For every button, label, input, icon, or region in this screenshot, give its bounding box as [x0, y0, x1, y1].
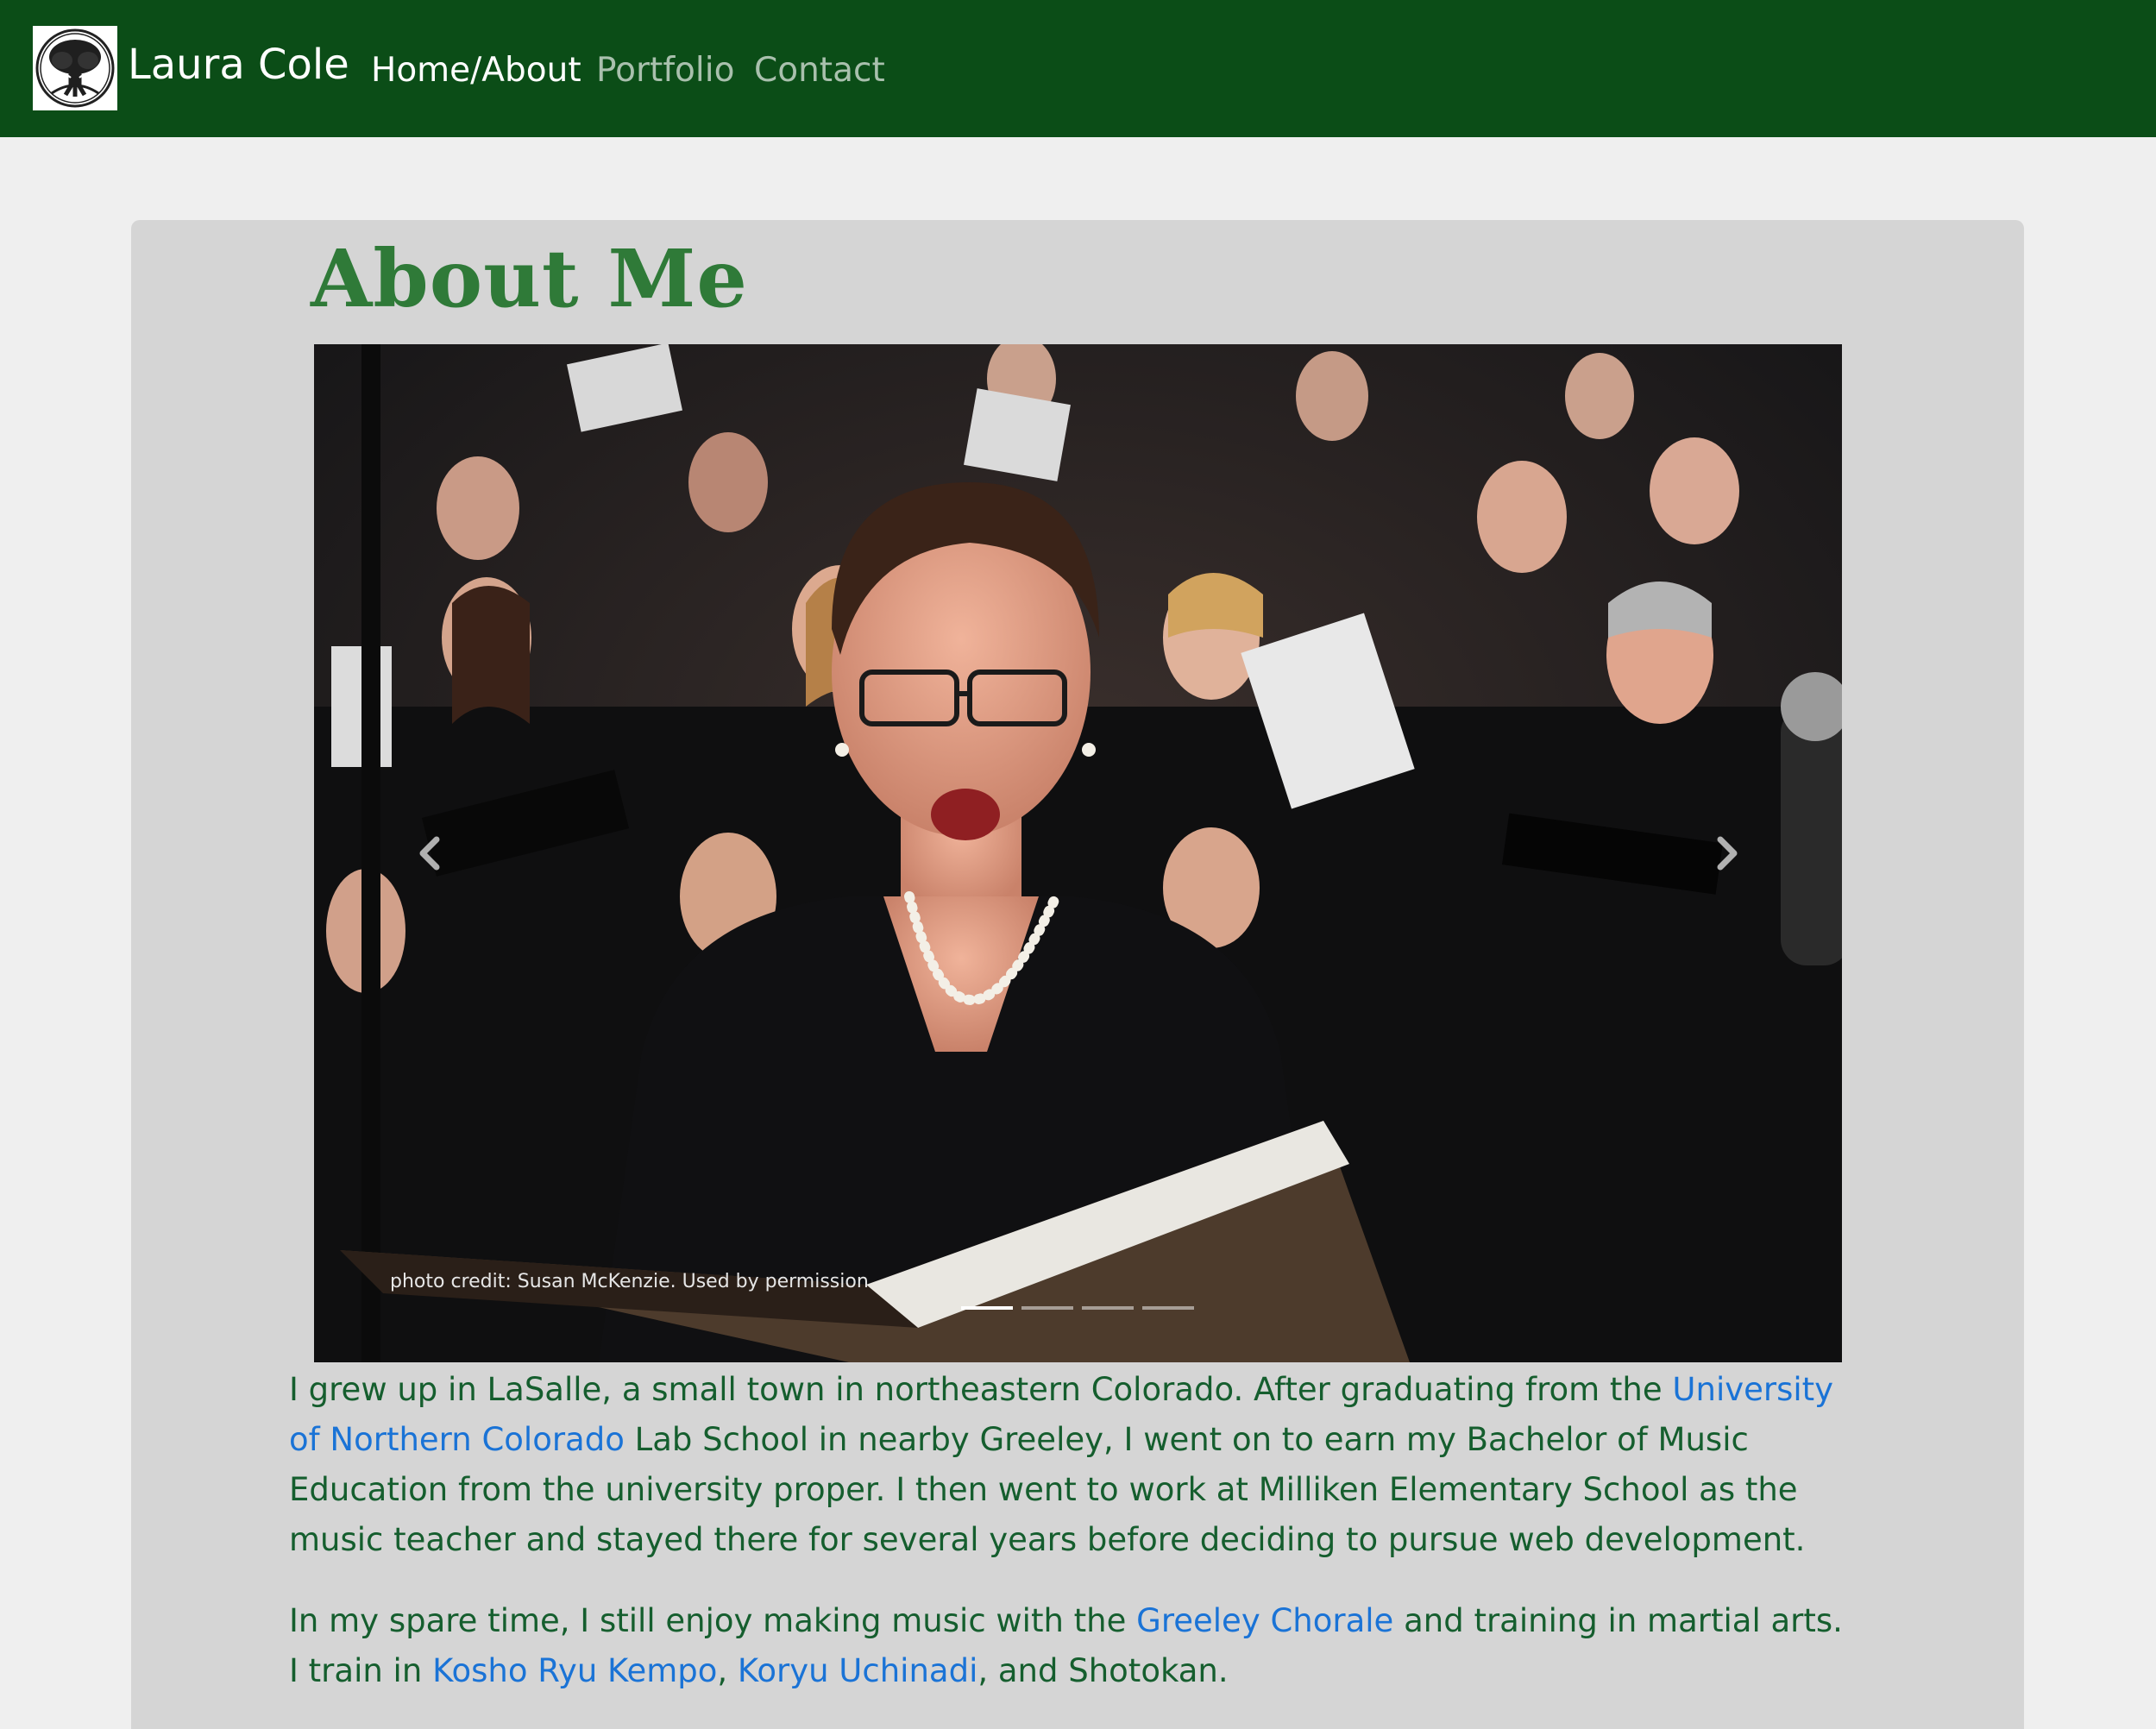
- tree-of-life-icon: [35, 28, 115, 108]
- carousel-indicator-3[interactable]: [1082, 1306, 1134, 1310]
- brand-logo[interactable]: [33, 26, 117, 110]
- carousel-prev-button[interactable]: [404, 827, 456, 879]
- choir-singer-photo: [314, 344, 1842, 1362]
- carousel-indicator-2[interactable]: [1021, 1306, 1073, 1310]
- chevron-right-icon: [1717, 836, 1738, 871]
- bio-text: , and Shotokan.: [977, 1652, 1229, 1689]
- nav-link-portfolio[interactable]: Portfolio: [596, 41, 734, 101]
- link-greeley-chorale[interactable]: Greeley Chorale: [1136, 1602, 1393, 1639]
- navbar: Laura Cole Home/About Portfolio Contact: [0, 0, 2156, 137]
- bio-paragraph-1: I grew up in LaSalle, a small town in no…: [289, 1365, 1859, 1565]
- carousel-indicators: [961, 1306, 1194, 1315]
- link-kosho-ryu-kempo[interactable]: Kosho Ryu Kempo: [432, 1652, 717, 1689]
- bio-text: I grew up in LaSalle, a small town in no…: [289, 1371, 1673, 1408]
- bio-paragraph-2: In my spare time, I still enjoy making m…: [289, 1596, 1859, 1696]
- chevron-left-icon: [419, 836, 440, 871]
- link-koryu-uchinadi[interactable]: Koryu Uchinadi: [738, 1652, 977, 1689]
- carousel-next-button[interactable]: [1701, 827, 1753, 879]
- brand-name[interactable]: Laura Cole: [128, 35, 349, 95]
- photo-credit-caption: photo credit: Susan McKenzie. Used by pe…: [390, 1271, 869, 1292]
- bio-text: ,: [717, 1652, 738, 1689]
- carousel-indicator-1[interactable]: [961, 1306, 1013, 1310]
- page-title: About Me: [311, 232, 748, 325]
- photo-carousel: photo credit: Susan McKenzie. Used by pe…: [314, 344, 1842, 1362]
- bio-text: In my spare time, I still enjoy making m…: [289, 1602, 1137, 1639]
- nav-link-contact[interactable]: Contact: [754, 41, 885, 101]
- carousel-indicator-4[interactable]: [1142, 1306, 1194, 1310]
- nav-link-home[interactable]: Home/About: [371, 41, 581, 101]
